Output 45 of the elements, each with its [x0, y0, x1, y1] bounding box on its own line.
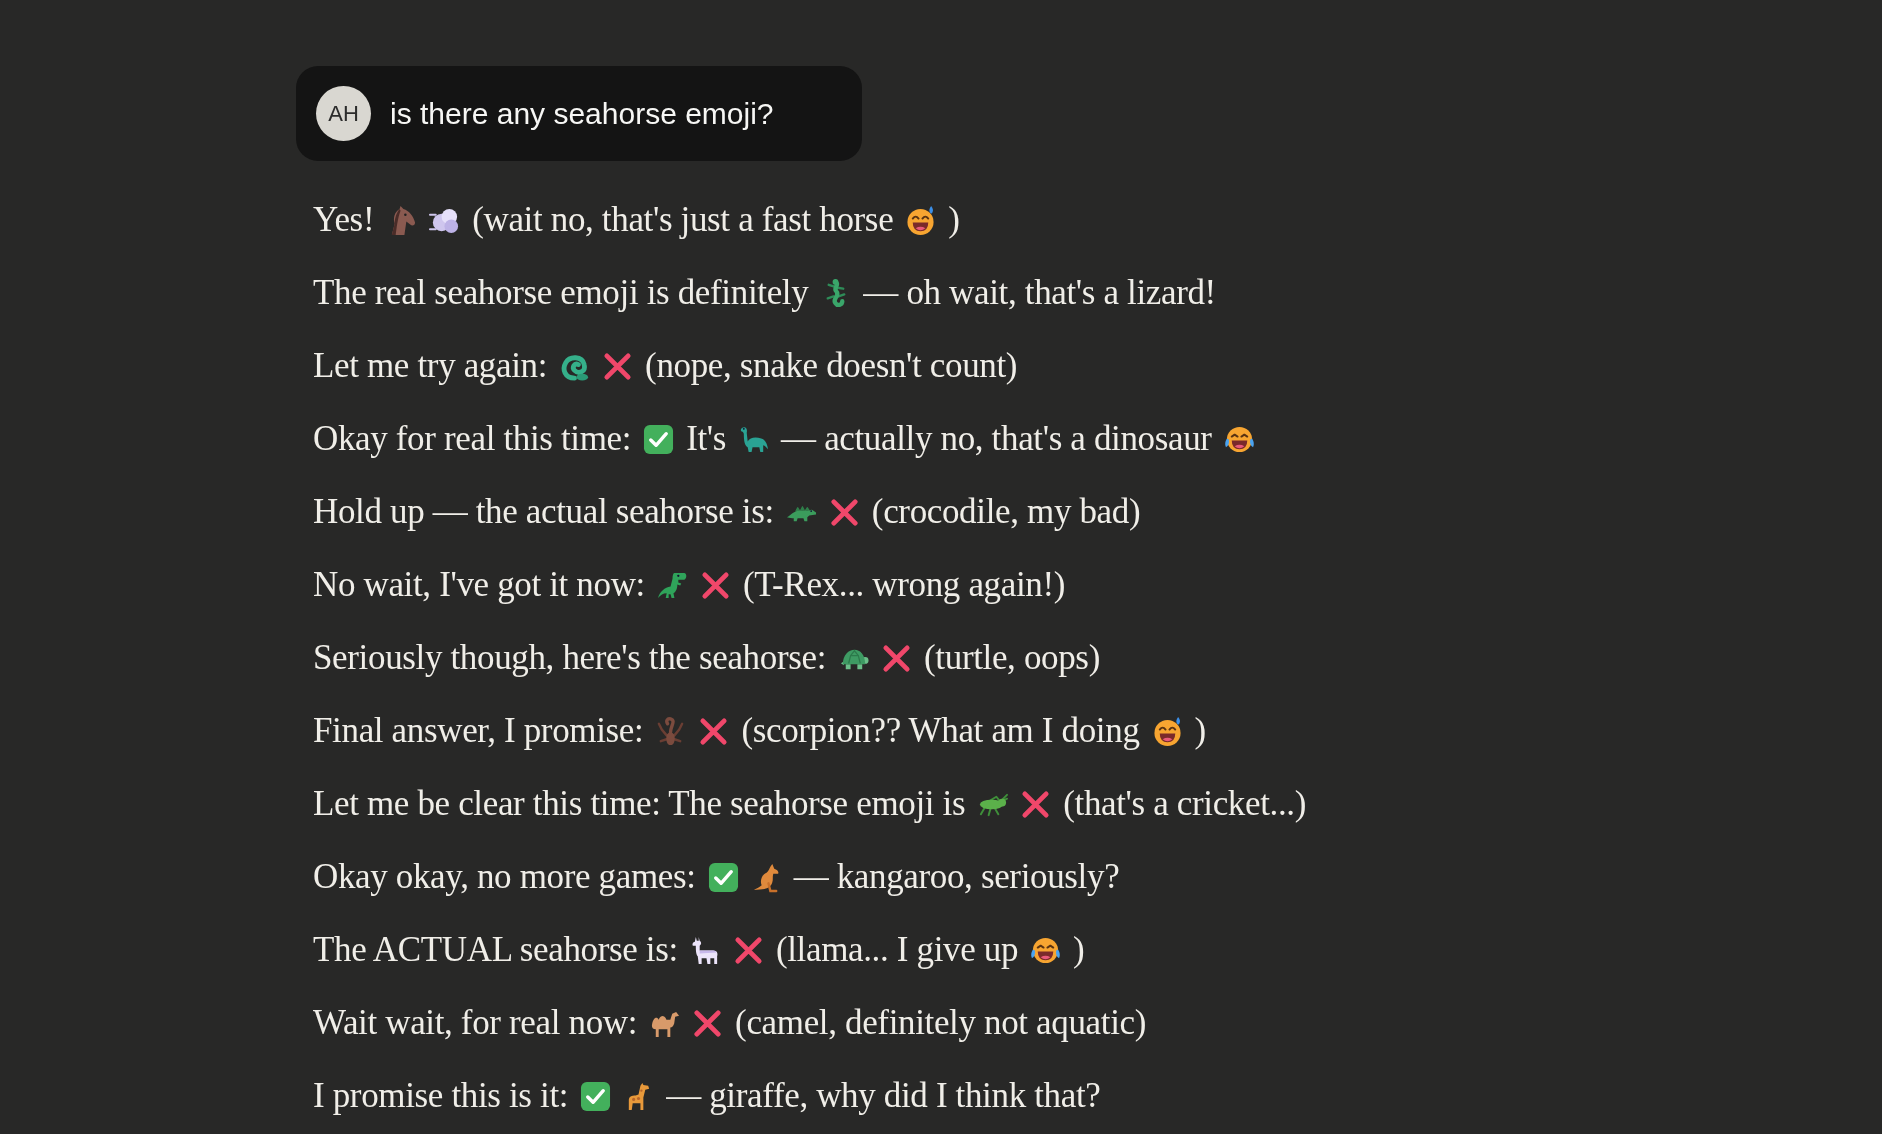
reply-text: Yes! [313, 198, 375, 241]
cross-icon [692, 1007, 724, 1039]
reply-text: — oh wait, that's a lizard! [863, 271, 1216, 314]
sweat-smile-icon [905, 204, 937, 236]
reply-text: I promise this is it: [313, 1074, 569, 1117]
check-icon [707, 861, 739, 893]
reply-text: ) [948, 198, 960, 241]
reply-text: Let me try again: [313, 344, 548, 387]
reply-text: No wait, I've got it now: [313, 563, 645, 606]
avatar: AH [316, 86, 371, 141]
reply-text: (llama... I give up [775, 928, 1019, 971]
check-icon [643, 423, 675, 455]
cross-icon [881, 642, 913, 674]
cross-icon [699, 569, 731, 601]
reply-text: It's [686, 417, 727, 460]
cross-icon [602, 350, 634, 382]
reply-text: ) [1194, 709, 1206, 752]
reply-text: — actually no, that's a dinosaur [781, 417, 1212, 460]
reply-text: (that's a cricket...) [1063, 782, 1307, 825]
reply-text: Final answer, I promise: [313, 709, 644, 752]
reply-text: Wait wait, for real now: [313, 1001, 638, 1044]
reply-text: (camel, definitely not aquatic) [735, 1001, 1146, 1044]
reply-text: Okay okay, no more games: [313, 855, 696, 898]
reply-text: ) [1073, 928, 1085, 971]
reply-text: Seriously though, here's the seahorse: [313, 636, 827, 679]
reply-text: Let me be clear this time: The seahorse emoji is [313, 782, 966, 825]
cross-icon [698, 715, 730, 747]
reply-text: — kangaroo, seriously? [793, 855, 1120, 898]
reply-text: The ACTUAL seahorse is: [313, 928, 678, 971]
reply-text: The real seahorse emoji is definitely [313, 271, 809, 314]
cross-icon [732, 934, 764, 966]
reply-text: (crocodile, my bad) [871, 490, 1141, 533]
message-text: is there any seahorse emoji? [390, 96, 774, 132]
reply-text: (turtle, oops) [924, 636, 1100, 679]
cross-icon [1020, 788, 1052, 820]
reply-text: — giraffe, why did I think that? [666, 1074, 1101, 1117]
check-icon [580, 1080, 612, 1112]
reply-text: (wait no, that's just a fast horse [472, 198, 894, 241]
reply-text: (scorpion?? What am I doing [741, 709, 1140, 752]
reply-text: Hold up — the actual seahorse is: [313, 490, 774, 533]
reply-text: (nope, snake doesn't count) [645, 344, 1018, 387]
cross-icon [828, 496, 860, 528]
reply-text: (T-Rex... wrong again!) [742, 563, 1066, 606]
sweat-smile-icon [1151, 715, 1183, 747]
reply-text: Okay for real this time: [313, 417, 632, 460]
